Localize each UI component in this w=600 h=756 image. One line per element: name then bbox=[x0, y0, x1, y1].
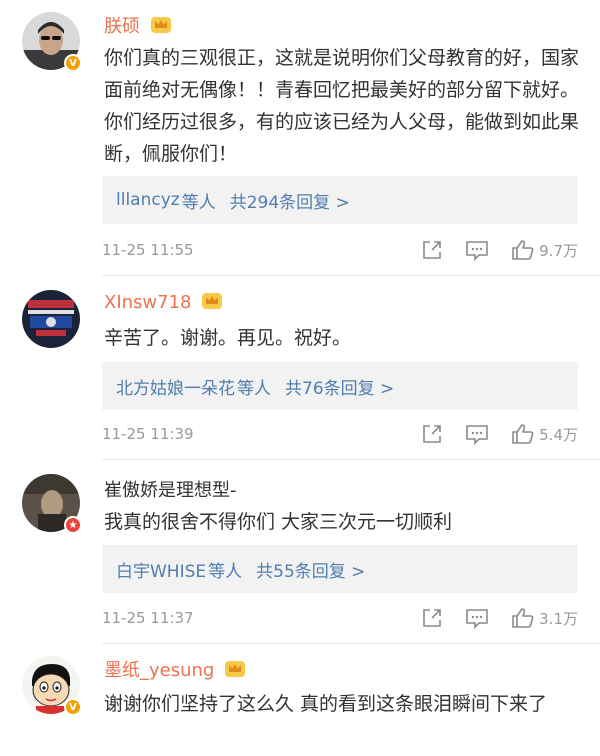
like-icon bbox=[512, 240, 534, 260]
username[interactable]: 墨纸_yesung bbox=[104, 656, 246, 682]
comment-icon bbox=[466, 609, 488, 629]
crown-icon bbox=[225, 661, 246, 677]
like-button[interactable]: 9.7万 bbox=[511, 239, 578, 261]
reply-others: 等人 bbox=[208, 561, 243, 582]
share-icon bbox=[423, 425, 441, 443]
share-button[interactable] bbox=[421, 607, 443, 629]
share-button[interactable] bbox=[421, 423, 443, 445]
reply-others: 等人 bbox=[237, 378, 271, 399]
timestamp: 11-25 11:55 bbox=[102, 241, 194, 259]
comment-meta: 11-25 11:37 3.1万 bbox=[102, 603, 578, 633]
avatar-image bbox=[22, 290, 80, 348]
username-text[interactable]: 朕硕 bbox=[104, 16, 140, 37]
comment-text: 你们真的三观很正，这就是说明你们父母教育的好，国家面前绝对无偶像！！青春回忆把最… bbox=[104, 47, 580, 165]
username[interactable]: 朕硕 bbox=[104, 12, 172, 38]
username[interactable]: XInsw718 bbox=[104, 290, 223, 313]
reply-count[interactable]: 共55条回复 > bbox=[256, 557, 365, 582]
reply-summary[interactable]: lllancyz 等人 共294条回复 > bbox=[102, 176, 578, 224]
share-button[interactable] bbox=[421, 239, 443, 261]
like-icon bbox=[512, 608, 534, 628]
like-count: 3.1万 bbox=[539, 609, 578, 628]
comment-item: V 朕硕 你们真的三观很正，这就是说明你们父母教育的好，国家面前绝对无偶像！！青… bbox=[0, 0, 600, 276]
comment-item: V 墨纸_yesung 谢谢你们坚持了这么久 真的看到这条眼泪瞬间下来了 bbox=[0, 644, 600, 756]
reply-button[interactable] bbox=[465, 423, 489, 445]
avatar[interactable]: V bbox=[22, 12, 82, 72]
like-count: 9.7万 bbox=[539, 241, 578, 260]
like-icon bbox=[512, 424, 534, 444]
username[interactable]: 崔傲娇是理想型- bbox=[104, 476, 237, 502]
share-icon bbox=[423, 609, 441, 627]
timestamp: 11-25 11:39 bbox=[102, 425, 194, 443]
comment-item: ★ 崔傲娇是理想型- 我真的很舍不得你们 大家三次元一切顺利 白宇WHISE 等… bbox=[0, 460, 600, 644]
comment-text: 谢谢你们坚持了这么久 真的看到这条眼泪瞬间下来了 bbox=[104, 693, 548, 715]
reply-summary[interactable]: 北方姑娘一朵花 等人 共76条回复 > bbox=[102, 362, 578, 410]
crown-icon bbox=[202, 293, 223, 309]
verified-badge-icon: V bbox=[64, 54, 82, 72]
like-count: 5.4万 bbox=[539, 425, 578, 444]
comment-meta: 11-25 11:39 5.4万 bbox=[102, 419, 578, 449]
avatar[interactable]: ★ bbox=[22, 474, 82, 534]
reply-button[interactable] bbox=[465, 607, 489, 629]
reply-summary[interactable]: 白宇WHISE 等人 共55条回复 > bbox=[102, 545, 578, 593]
username-text[interactable]: 墨纸_yesung bbox=[104, 660, 214, 681]
verified-badge-icon: ★ bbox=[64, 516, 82, 534]
reply-user[interactable]: 北方姑娘一朵花 bbox=[116, 374, 235, 399]
timestamp: 11-25 11:37 bbox=[102, 609, 194, 627]
comment-meta: 11-25 11:55 9.7万 bbox=[102, 235, 578, 265]
reply-count[interactable]: 共294条回复 > bbox=[230, 188, 350, 213]
reply-button[interactable] bbox=[465, 239, 489, 261]
comment-text: 我真的很舍不得你们 大家三次元一切顺利 bbox=[104, 511, 453, 533]
share-icon bbox=[423, 241, 441, 259]
username-text[interactable]: 崔傲娇是理想型- bbox=[104, 480, 237, 501]
reply-count[interactable]: 共76条回复 > bbox=[285, 374, 394, 399]
like-button[interactable]: 3.1万 bbox=[511, 607, 578, 629]
verified-badge-icon: V bbox=[64, 698, 82, 716]
reply-user[interactable]: lllancyz bbox=[116, 190, 180, 210]
comment-item: XInsw718 辛苦了。谢谢。再见。祝好。 北方姑娘一朵花 等人 共76条回复… bbox=[0, 276, 600, 460]
username-text[interactable]: XInsw718 bbox=[104, 292, 192, 313]
reply-user[interactable]: 白宇WHISE bbox=[116, 557, 206, 582]
avatar[interactable]: V bbox=[22, 656, 82, 716]
comment-text: 辛苦了。谢谢。再见。祝好。 bbox=[104, 327, 352, 349]
avatar[interactable] bbox=[22, 290, 80, 348]
comment-icon bbox=[466, 425, 488, 445]
crown-icon bbox=[150, 17, 171, 33]
like-button[interactable]: 5.4万 bbox=[511, 423, 578, 445]
comment-icon bbox=[466, 241, 488, 261]
reply-others: 等人 bbox=[181, 192, 216, 213]
